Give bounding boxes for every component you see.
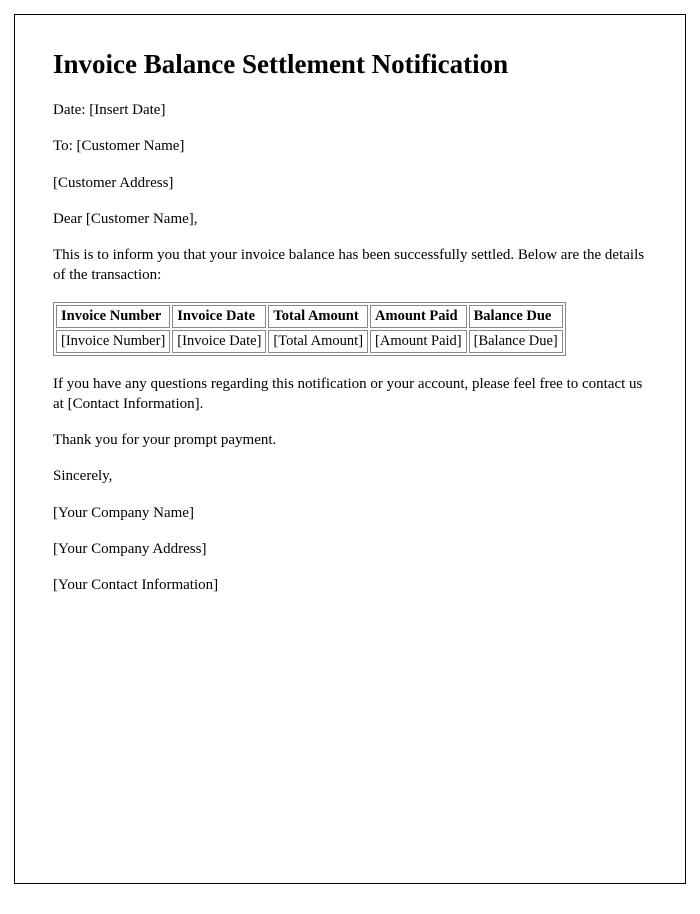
company-contact: [Your Contact Information] <box>53 575 647 595</box>
table-row: [Invoice Number] [Invoice Date] [Total A… <box>56 330 563 353</box>
header-invoice-number: Invoice Number <box>56 305 170 328</box>
salutation: Dear [Customer Name], <box>53 209 647 229</box>
company-address: [Your Company Address] <box>53 539 647 559</box>
cell-invoice-date: [Invoice Date] <box>172 330 266 353</box>
header-total-amount: Total Amount <box>268 305 368 328</box>
document-page: Invoice Balance Settlement Notification … <box>14 14 686 884</box>
intro-paragraph: This is to inform you that your invoice … <box>53 245 647 286</box>
header-balance-due: Balance Due <box>469 305 563 328</box>
page-title: Invoice Balance Settlement Notification <box>53 49 647 80</box>
invoice-table: Invoice Number Invoice Date Total Amount… <box>53 302 566 356</box>
cell-total-amount: [Total Amount] <box>268 330 368 353</box>
closing: Sincerely, <box>53 466 647 486</box>
cell-balance-due: [Balance Due] <box>469 330 563 353</box>
to-line: To: [Customer Name] <box>53 136 647 156</box>
header-amount-paid: Amount Paid <box>370 305 467 328</box>
header-invoice-date: Invoice Date <box>172 305 266 328</box>
customer-address: [Customer Address] <box>53 173 647 193</box>
date-line: Date: [Insert Date] <box>53 100 647 120</box>
cell-amount-paid: [Amount Paid] <box>370 330 467 353</box>
cell-invoice-number: [Invoice Number] <box>56 330 170 353</box>
table-header-row: Invoice Number Invoice Date Total Amount… <box>56 305 563 328</box>
thanks-line: Thank you for your prompt payment. <box>53 430 647 450</box>
company-name: [Your Company Name] <box>53 503 647 523</box>
questions-paragraph: If you have any questions regarding this… <box>53 374 647 415</box>
